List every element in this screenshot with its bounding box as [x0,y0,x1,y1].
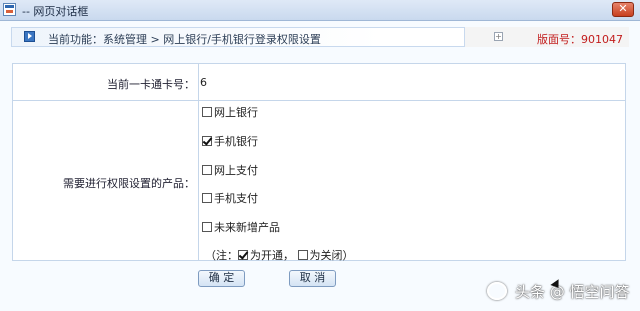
expand-plus-icon[interactable]: + [494,32,503,41]
product-option-online-payment[interactable]: 网上支付 [202,162,258,177]
product-option-mobile-payment[interactable]: 手机支付 [202,190,258,205]
confirm-button[interactable]: 确 定 [198,270,245,287]
column-divider [198,64,199,260]
window-titlebar: -- 网页对话框 ✕ [0,0,640,21]
browser-window-icon [3,3,16,16]
card-number-label: 当前一卡通卡号： [107,78,195,91]
watermark-text: 头条 @ 悟空问答 [515,283,630,301]
checkbox-checked[interactable] [202,136,212,146]
checkbox[interactable] [202,107,212,117]
note-open: 为开通， [250,249,294,262]
legend-unchecked-icon [297,250,308,260]
note-close: 为关闭） [309,249,354,262]
option-label: 网上支付 [214,164,258,177]
product-permission-row: 需要进行权限设置的产品： [13,101,625,260]
checkbox[interactable] [202,193,212,203]
option-label: 未来新增产品 [214,221,280,234]
window-title: -- 网页对话框 [22,5,89,18]
close-button[interactable]: ✕ [612,2,634,17]
product-option-future-products[interactable]: 未来新增产品 [202,219,280,234]
breadcrumb: 当前功能：系统管理 > 网上银行/手机银行登录权限设置 + 版面号：901047 [11,27,629,47]
page-number-label: 版面号：901047 [537,33,623,46]
legend-note: （注： 为开通， 为关闭） [205,247,354,263]
checkbox[interactable] [202,165,212,175]
product-option-online-banking[interactable]: 网上银行 [202,104,258,119]
product-label: 需要进行权限设置的产品： [63,177,195,190]
note-prefix: （注： [205,249,238,262]
card-number-row: 当前一卡通卡号： 6 [13,64,625,101]
arrow-right-icon [24,31,35,42]
breadcrumb-text: 当前功能：系统管理 > 网上银行/手机银行登录权限设置 [48,33,321,46]
legend-checked-icon [238,250,248,260]
option-label: 手机支付 [214,192,258,205]
watermark-logo-icon [487,282,507,300]
option-label: 网上银行 [214,106,258,119]
option-label: 手机银行 [214,135,258,148]
checkbox[interactable] [202,222,212,232]
card-number-value: 6 [200,76,207,89]
permission-form: 当前一卡通卡号： 6 需要进行权限设置的产品： 网上银行 手机银行 网上支付 手… [12,63,626,261]
cancel-button[interactable]: 取 消 [289,270,336,287]
product-option-mobile-banking[interactable]: 手机银行 [202,133,258,148]
